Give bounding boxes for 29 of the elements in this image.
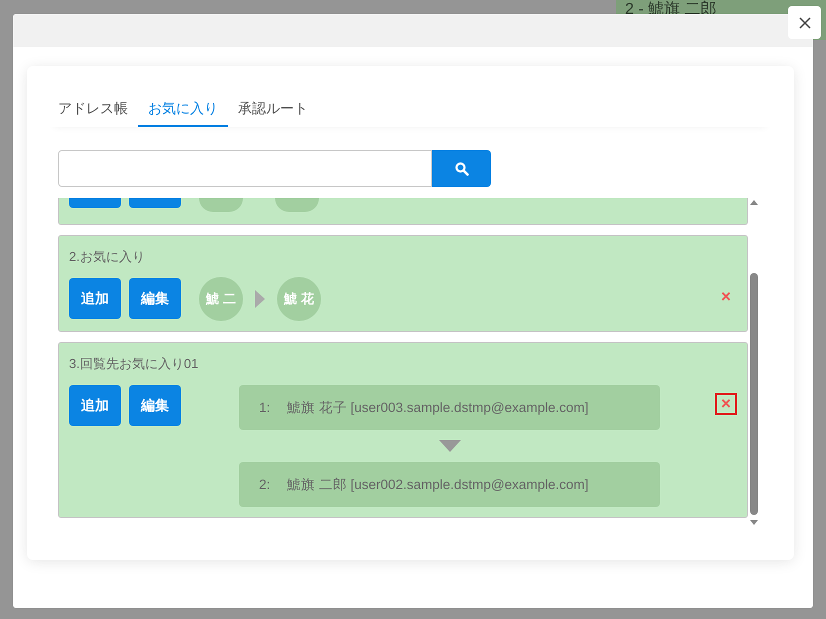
tab[interactable]: お気に入り bbox=[138, 93, 228, 127]
tab[interactable]: アドレス帳 bbox=[58, 93, 138, 127]
edit-button[interactable]: 編集 bbox=[129, 278, 181, 319]
right-triangle-icon bbox=[255, 290, 265, 308]
close-button[interactable] bbox=[788, 6, 821, 39]
favorite-title: 3.回覧先お気に入り01 bbox=[69, 355, 200, 373]
entry-number: 1: bbox=[259, 400, 272, 415]
member-circle: 鯱 二 bbox=[199, 277, 243, 321]
member-circle: 鯱 花 bbox=[277, 277, 321, 321]
member-name: 鯱旗 二郎 [user002.sample.dstmp@example.com] bbox=[287, 476, 589, 494]
member-name: 鯱旗 花子 [user003.sample.dstmp@example.com] bbox=[287, 398, 589, 416]
delete-button[interactable]: × bbox=[715, 286, 737, 308]
scrollbar[interactable] bbox=[748, 198, 760, 527]
close-icon bbox=[798, 16, 810, 28]
button-stub bbox=[129, 198, 181, 208]
add-button[interactable]: 追加 bbox=[69, 278, 121, 319]
favorite-title: 2.お気に入り bbox=[69, 248, 146, 266]
search-button[interactable] bbox=[432, 150, 491, 187]
button-stub bbox=[69, 198, 121, 208]
search-field[interactable] bbox=[58, 150, 432, 187]
down-triangle-icon bbox=[438, 440, 460, 452]
scroll-up-icon[interactable] bbox=[748, 198, 760, 206]
search-icon bbox=[454, 162, 468, 176]
delete-button[interactable]: × bbox=[715, 393, 737, 415]
tab[interactable]: 承認ルート bbox=[228, 93, 318, 127]
add-button[interactable]: 追加 bbox=[69, 385, 121, 426]
scroll-down-icon[interactable] bbox=[748, 519, 760, 527]
edit-button[interactable]: 編集 bbox=[129, 385, 181, 426]
entry-number: 2: bbox=[259, 477, 272, 492]
